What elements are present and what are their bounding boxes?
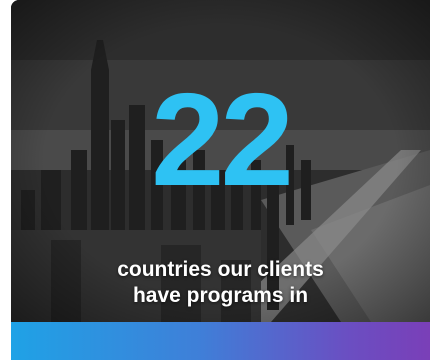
- stat-number: 22: [151, 66, 294, 213]
- stat-caption: countries our clients have programs in: [11, 257, 430, 309]
- stat-caption-line-2: have programs in: [132, 284, 309, 307]
- stat-caption-line-1: countries our clients: [117, 258, 324, 281]
- accent-bar: [11, 322, 430, 360]
- stat-card: 22 countries our clients have programs i…: [11, 0, 430, 360]
